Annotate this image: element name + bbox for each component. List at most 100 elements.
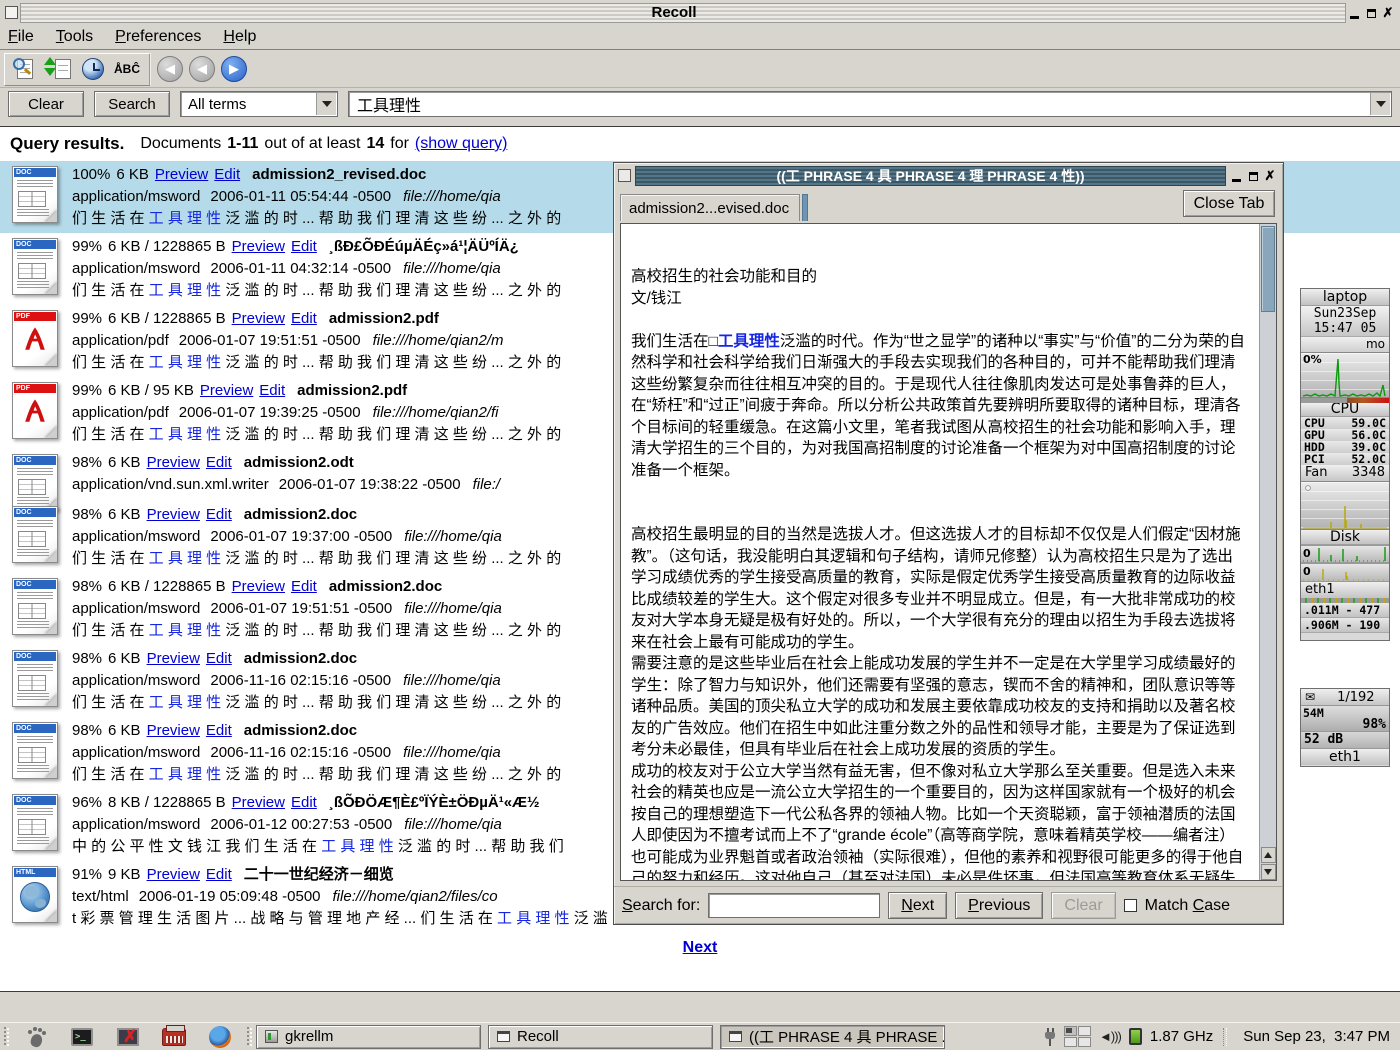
search-button[interactable]: Search <box>94 91 170 117</box>
result-total: 14 <box>366 135 384 153</box>
first-page-icon[interactable]: ◀ <box>157 56 183 82</box>
file-type-icon: DOC <box>12 166 58 223</box>
taskbar-clock[interactable]: Sun Sep 23, 3:47 PM <box>1243 1028 1390 1045</box>
preview-link[interactable]: Preview <box>232 578 285 595</box>
edit-link[interactable]: Edit <box>291 310 317 327</box>
preview-close-button[interactable]: ✗ <box>1262 168 1278 184</box>
previous-page-icon[interactable]: ◀ <box>189 56 215 82</box>
window-icon <box>729 1031 742 1042</box>
file-type-icon: PDF <box>12 382 58 439</box>
find-next-button[interactable]: Next <box>888 892 947 919</box>
preview-window-menu-icon[interactable] <box>618 169 631 182</box>
task-button[interactable]: Recoll <box>488 1025 713 1049</box>
preview-link[interactable]: Preview <box>147 454 200 471</box>
query-history-chevron-icon[interactable] <box>1370 93 1390 115</box>
preview-tab[interactable]: admission2...evised.doc <box>620 194 800 221</box>
page-fold <box>45 694 58 707</box>
volume-icon[interactable]: ◄))) <box>1099 1029 1121 1044</box>
desktop: Recoll ✗ File Tools Preferences Help ÅBĈ… <box>0 0 1400 1050</box>
main-titlebar[interactable]: Recoll ✗ <box>2 2 1398 24</box>
preview-link[interactable]: Preview <box>155 166 208 183</box>
chevron-down-icon[interactable] <box>316 93 336 115</box>
find-clear-button[interactable]: Clear <box>1051 892 1115 919</box>
edit-link[interactable]: Edit <box>291 578 317 595</box>
preview-link[interactable]: Preview <box>147 722 200 739</box>
next-page-link[interactable]: Next <box>683 939 718 956</box>
edit-link[interactable]: Edit <box>259 382 285 399</box>
preview-link[interactable]: Preview <box>147 866 200 883</box>
find-input[interactable] <box>708 893 880 918</box>
edit-link[interactable]: Edit <box>206 722 232 739</box>
edit-link[interactable]: Edit <box>206 454 232 471</box>
scroll-down-icon[interactable] <box>1261 864 1276 880</box>
file-type-icon: DOC <box>12 794 58 851</box>
task-button[interactable]: gkrellm <box>256 1025 481 1049</box>
preview-window: ((工 PHRASE 4 具 PHRASE 4 理 PHRASE 4 性)) ✗… <box>613 162 1284 925</box>
gnome-menu-icon[interactable] <box>13 1024 59 1050</box>
sort-parameters-icon[interactable] <box>45 55 73 83</box>
minimize-button[interactable] <box>1346 5 1362 21</box>
edit-link[interactable]: Edit <box>206 866 232 883</box>
lock-screen-icon[interactable] <box>105 1024 151 1050</box>
maximize-button[interactable] <box>1363 5 1379 21</box>
menu-tools[interactable]: Tools <box>56 28 93 46</box>
active-tab-accent <box>802 194 808 221</box>
gkrellm-panel-2[interactable]: ✉ 1/192 54M 98% 52 dB eth1 <box>1300 688 1390 767</box>
preview-text: 高校招生的社会功能和目的文/钱江 我们生活在□工具理性泛滥的时代。作为“世之显学… <box>631 266 1248 880</box>
firefox-launcher-icon[interactable] <box>197 1024 243 1050</box>
volume-readout: 52 dB <box>1301 732 1389 748</box>
terminal-launcher-icon[interactable]: >_ <box>59 1024 105 1050</box>
show-query-link[interactable]: (show query) <box>415 135 507 153</box>
system-tray: ◄))) 1.87 GHz Sun Sep 23, 3:47 PM <box>1044 1026 1400 1047</box>
preview-link[interactable]: Preview <box>232 310 285 327</box>
preview-maximize-button[interactable] <box>1245 168 1261 184</box>
preview-scrollbar[interactable] <box>1259 224 1276 880</box>
tray-separator <box>1223 1028 1227 1046</box>
document-history-icon[interactable] <box>79 55 107 83</box>
panel-handle[interactable] <box>4 1027 9 1047</box>
page-fold <box>45 426 58 439</box>
power-plug-icon[interactable] <box>1044 1028 1056 1046</box>
query-input[interactable]: 工具理性 <box>348 91 1392 117</box>
clear-button[interactable]: Clear <box>8 91 84 117</box>
gkrellm-panel[interactable]: laptop Sun23Sep15:47 05 mo 0% CPU CPU59.… <box>1300 288 1390 641</box>
gkrellm-mo-label: mo <box>1301 336 1389 352</box>
menu-preferences[interactable]: Preferences <box>115 28 201 46</box>
edit-link[interactable]: Edit <box>291 238 317 255</box>
preview-link[interactable]: Preview <box>147 650 200 667</box>
preview-link[interactable]: Preview <box>232 238 285 255</box>
tasklist-handle[interactable] <box>247 1027 252 1047</box>
term-explorer-icon[interactable]: ÅBĈ <box>113 55 141 83</box>
search-mode-value: All terms <box>188 96 246 113</box>
menu-file[interactable]: File <box>8 28 34 46</box>
file-type-icon: HTML <box>12 866 58 923</box>
edit-link[interactable]: Edit <box>206 650 232 667</box>
mail-monitor: ✉ 1/192 <box>1301 689 1389 705</box>
task-button[interactable]: ((工 PHRASE 4 具 PHRASE ... <box>720 1025 945 1049</box>
scrollbar-thumb[interactable] <box>1261 226 1275 312</box>
menu-help[interactable]: Help <box>223 28 256 46</box>
preview-link[interactable]: Preview <box>200 382 253 399</box>
preview-link[interactable]: Preview <box>232 794 285 811</box>
preview-find-bar: Search for: Next Previous Clear Match Ca… <box>614 886 1283 924</box>
typewriter-launcher-icon[interactable] <box>151 1024 197 1050</box>
query-value: 工具理性 <box>357 92 421 116</box>
edit-link[interactable]: Edit <box>206 506 232 523</box>
close-button[interactable]: ✗ <box>1380 5 1396 21</box>
preview-document-area[interactable]: 高校招生的社会功能和目的文/钱江 我们生活在□工具理性泛滥的时代。作为“世之显学… <box>620 223 1277 881</box>
advanced-search-icon[interactable] <box>11 55 39 83</box>
scroll-up-icon[interactable] <box>1261 847 1276 863</box>
workspace-pager[interactable] <box>1064 1026 1091 1047</box>
search-mode-select[interactable]: All terms <box>180 91 338 117</box>
cpu-frequency-icon[interactable] <box>1129 1028 1142 1045</box>
preview-titlebar[interactable]: ((工 PHRASE 4 具 PHRASE 4 理 PHRASE 4 性)) ✗ <box>617 166 1280 186</box>
close-tab-button[interactable]: Close Tab <box>1183 190 1275 217</box>
find-previous-button[interactable]: Previous <box>955 892 1043 919</box>
preview-link[interactable]: Preview <box>147 506 200 523</box>
memory-meter: 54M 98% <box>1301 705 1389 732</box>
match-case-checkbox[interactable] <box>1124 899 1137 912</box>
edit-link[interactable]: Edit <box>214 166 240 183</box>
next-page-icon[interactable]: ▶ <box>221 56 247 82</box>
preview-minimize-button[interactable] <box>1228 168 1244 184</box>
edit-link[interactable]: Edit <box>291 794 317 811</box>
